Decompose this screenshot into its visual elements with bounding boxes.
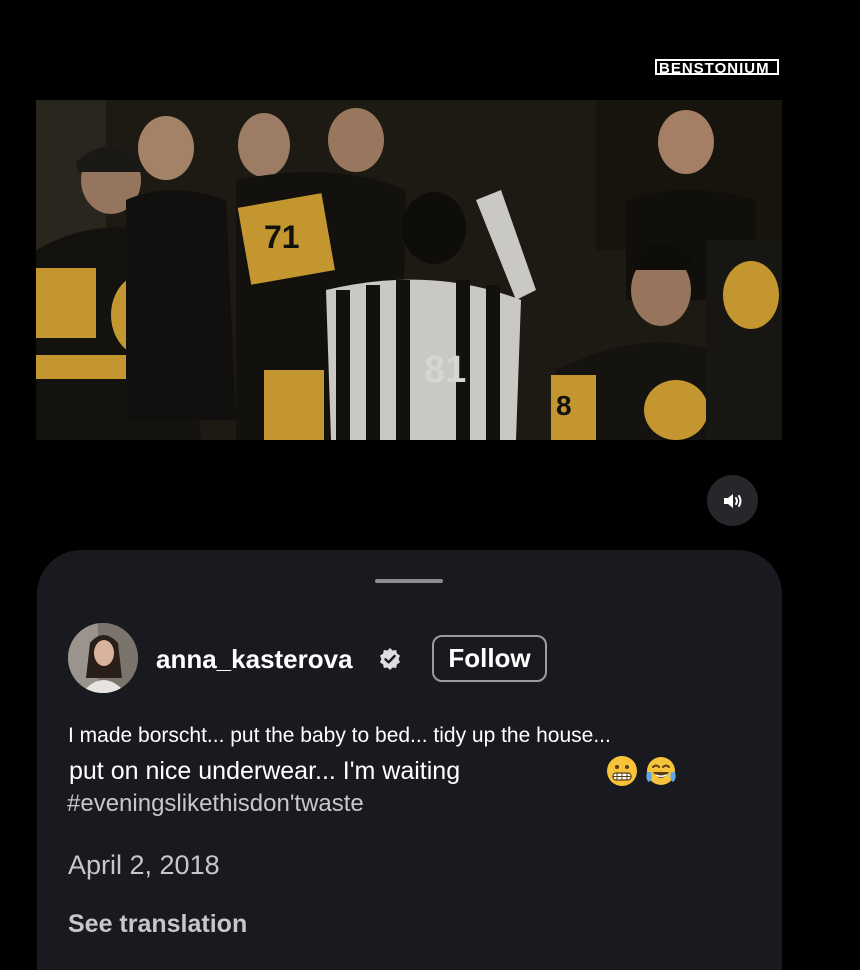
avatar[interactable]	[68, 623, 138, 693]
benstonium-watermark-logo: BENSTONIUM	[655, 57, 780, 85]
caption-line-1: I made borscht... put the baby to bed...…	[68, 724, 611, 747]
profile-photo	[68, 623, 138, 693]
video-frame-image: 71 81 8	[36, 100, 782, 440]
post-bottom-sheet: anna_kasterova Follow I made borscht... …	[37, 550, 782, 970]
follow-button[interactable]: Follow	[432, 635, 547, 682]
see-translation-link[interactable]: See translation	[68, 910, 247, 939]
sheet-drag-handle[interactable]	[375, 579, 443, 583]
verified-badge-icon	[380, 648, 400, 670]
username[interactable]: anna_kasterova	[156, 644, 353, 675]
sound-toggle-button[interactable]	[707, 475, 758, 526]
tears-of-joy-emoji	[646, 757, 676, 785]
speaker-sound-icon	[723, 493, 741, 508]
watermark-text: BENSTONIUM	[659, 60, 770, 77]
post-date: April 2, 2018	[68, 850, 220, 880]
video-player[interactable]: 71 81 8	[36, 100, 782, 440]
hashtag-link[interactable]: #eveningslikethisdon'twaste	[67, 790, 364, 818]
caption-line-2: put on nice underwear... I'm waiting	[69, 757, 461, 785]
grimacing-face-emoji	[607, 756, 637, 786]
